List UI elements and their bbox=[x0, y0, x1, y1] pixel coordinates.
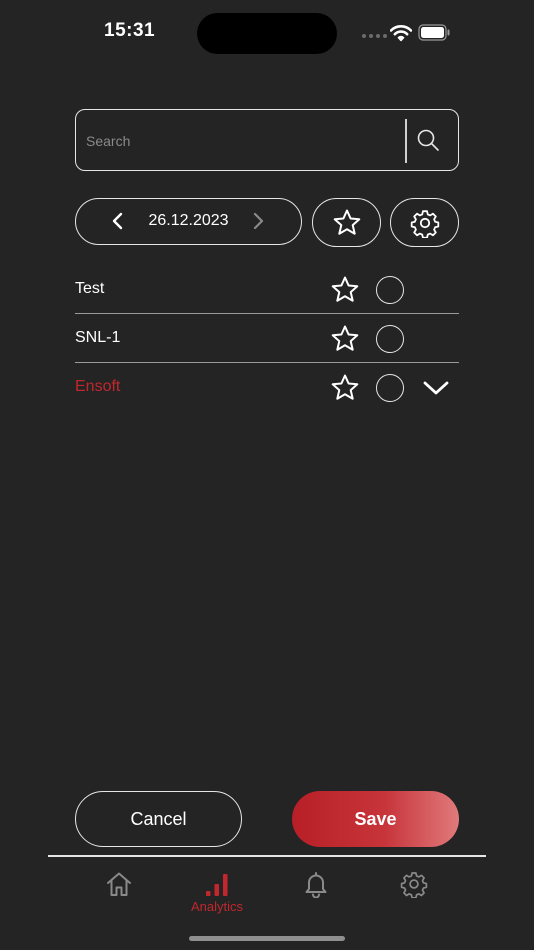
list-item-label: Ensoft bbox=[75, 378, 121, 395]
tab-settings[interactable] bbox=[379, 870, 449, 920]
list-item[interactable]: SNL-1 bbox=[75, 314, 459, 363]
star-icon[interactable] bbox=[330, 324, 360, 354]
home-indicator bbox=[189, 936, 345, 941]
bell-icon bbox=[305, 872, 327, 898]
status-time: 15:31 bbox=[104, 20, 156, 41]
settings-button[interactable] bbox=[390, 198, 459, 247]
save-button[interactable]: Save bbox=[292, 791, 459, 847]
search-bar bbox=[75, 109, 459, 171]
cellular-signal-icon bbox=[362, 34, 387, 38]
battery-icon bbox=[418, 24, 450, 41]
search-input[interactable] bbox=[84, 120, 398, 162]
tab-notifications[interactable] bbox=[281, 870, 351, 920]
select-radio[interactable] bbox=[376, 325, 404, 353]
tab-bar-divider bbox=[48, 855, 486, 857]
star-icon bbox=[333, 209, 360, 235]
star-icon[interactable] bbox=[330, 275, 360, 305]
analytics-icon bbox=[206, 874, 228, 896]
select-radio[interactable] bbox=[376, 374, 404, 402]
list-item[interactable]: Ensoft bbox=[75, 363, 459, 412]
wifi-icon bbox=[390, 25, 412, 42]
list-item-label: Test bbox=[75, 280, 105, 297]
search-icon[interactable] bbox=[416, 128, 440, 152]
tab-analytics[interactable]: Analytics bbox=[182, 870, 252, 920]
tab-home[interactable] bbox=[84, 870, 154, 920]
list-item-label: SNL-1 bbox=[75, 329, 121, 346]
gear-icon bbox=[400, 872, 428, 898]
tab-label: Analytics bbox=[190, 899, 244, 914]
cancel-button[interactable]: Cancel bbox=[75, 791, 242, 847]
chevron-down-icon[interactable] bbox=[422, 377, 450, 399]
select-radio[interactable] bbox=[376, 276, 404, 304]
list-item[interactable]: Test bbox=[75, 265, 459, 314]
home-icon bbox=[107, 872, 131, 896]
date-navigator: 26.12.2023 bbox=[75, 198, 302, 245]
gear-icon bbox=[410, 209, 439, 238]
chevron-right-icon[interactable] bbox=[248, 211, 268, 231]
dynamic-island bbox=[197, 13, 337, 54]
favorites-button[interactable] bbox=[312, 198, 381, 247]
star-icon[interactable] bbox=[330, 373, 360, 403]
search-divider bbox=[405, 119, 407, 163]
